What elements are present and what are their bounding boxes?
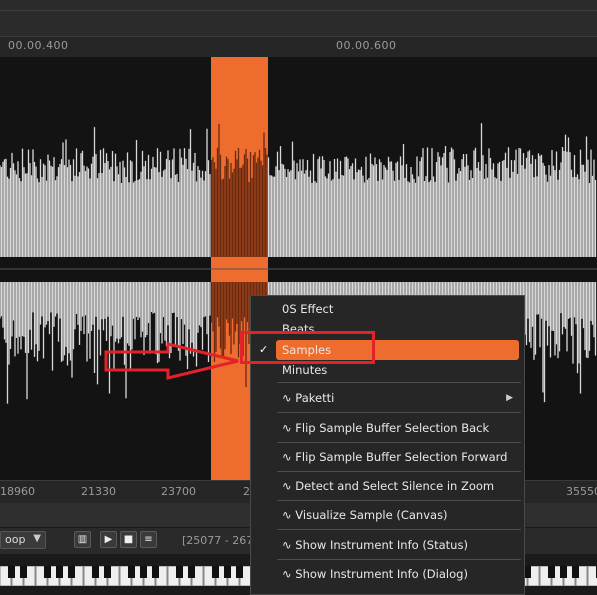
menu-separator (277, 382, 521, 383)
menu-icon[interactable]: ≡ (140, 531, 157, 548)
menu-item-visualize-sample[interactable]: ∿ Visualize Sample (Canvas) (251, 505, 521, 525)
menu-item-label: ∿ Show Instrument Info (Dialog) (282, 567, 468, 581)
menu-separator (277, 412, 521, 413)
stop-icon[interactable]: ■ (120, 531, 137, 548)
sample-tick: 23700 (161, 485, 196, 498)
sample-tick: 18960 (0, 485, 35, 498)
menu-separator (277, 442, 521, 443)
annotation-highlight-box (240, 331, 375, 364)
time-ruler[interactable]: 00.00.400 00.00.600 (0, 37, 597, 57)
time-tick: 00.00.400 (8, 39, 69, 52)
waveform-channel-1 (0, 123, 597, 257)
menu-item-label: ∿ Paketti (282, 391, 335, 405)
chevron-down-icon: ▼ (33, 533, 41, 544)
menu-separator (277, 500, 521, 501)
menu-item-label: ∿ Show Instrument Info (Status) (282, 538, 468, 552)
menu-item-detect-silence[interactable]: ∿ Detect and Select Silence in Zoom (251, 476, 521, 496)
menu-item-instrument-info-status[interactable]: ∿ Show Instrument Info (Status) (251, 535, 521, 555)
sample-tick: 2 (243, 485, 250, 498)
sample-tick: 21330 (81, 485, 116, 498)
time-tick: 00.00.600 (336, 39, 397, 52)
menu-separator (277, 559, 521, 560)
submenu-arrow-icon: ▶ (506, 393, 513, 403)
loop-mode-value: oop (5, 533, 26, 546)
menu-item-instrument-info-dialog[interactable]: ∿ Show Instrument Info (Dialog) (251, 564, 521, 584)
menu-item-label: ∿ Flip Sample Buffer Selection Forward (282, 450, 508, 464)
sample-tick: 35550 (566, 485, 597, 498)
menu-item-label: ∿ Visualize Sample (Canvas) (282, 508, 448, 522)
menu-item-flip-forward[interactable]: ∿ Flip Sample Buffer Selection Forward (251, 447, 521, 467)
menu-separator (277, 529, 521, 530)
menu-item-0s-effect[interactable]: 0S Effect (251, 299, 521, 319)
menu-item-label: ∿ Detect and Select Silence in Zoom (282, 479, 495, 493)
top-toolbar (0, 0, 597, 37)
loop-mode-select[interactable]: oop ▼ (0, 531, 46, 549)
menu-separator (277, 471, 521, 472)
menu-item-label: ∿ Flip Sample Buffer Selection Back (282, 421, 490, 435)
menu-item-paketti[interactable]: ∿ Paketti ▶ (251, 388, 521, 408)
keyboard-icon[interactable]: ▥ (74, 531, 91, 548)
menu-item-label: 0S Effect (282, 302, 334, 316)
selection-range: [25077 - 267 (182, 534, 254, 547)
menu-item-flip-back[interactable]: ∿ Flip Sample Buffer Selection Back (251, 418, 521, 438)
annotation-arrow-icon (104, 342, 239, 380)
play-icon[interactable]: ▶ (100, 531, 117, 548)
menu-item-label: Minutes (282, 363, 328, 377)
toolbar-divider (0, 10, 597, 11)
